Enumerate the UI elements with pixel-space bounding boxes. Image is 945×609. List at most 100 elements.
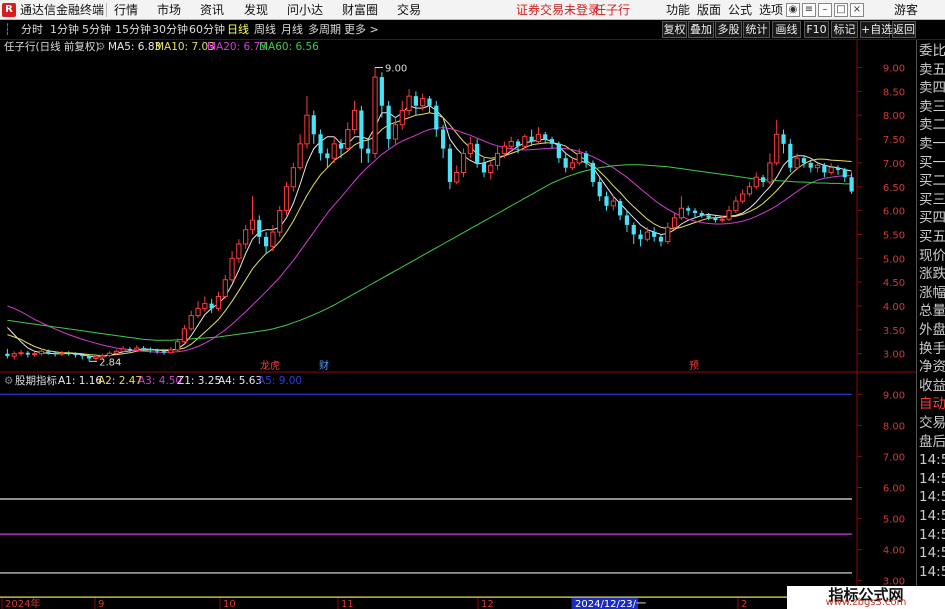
app-title: 通达信金融终端 (20, 3, 105, 17)
candle-body-up (168, 349, 174, 354)
event-marker: 财 (319, 359, 329, 372)
side-panel-item[interactable]: 14:56 (919, 544, 945, 562)
tab-period-60min[interactable]: 60分钟 (189, 23, 225, 37)
candle-body-down (781, 134, 786, 144)
side-panel-item[interactable]: 卖三 (919, 98, 945, 116)
add-watchlist-button[interactable]: +自选 (860, 21, 892, 38)
window-close-button[interactable]: × (850, 3, 864, 17)
tab-period-1min[interactable]: 1分钟 (50, 23, 79, 37)
window-menu-button[interactable]: ≡ (802, 3, 816, 17)
window-maximize-button[interactable]: □ (834, 3, 848, 17)
overlay-button[interactable]: 叠加 (688, 21, 714, 38)
side-panel-item[interactable]: 卖二 (919, 116, 945, 134)
price-axis-label: 3.00 (883, 350, 905, 361)
menu-item-layout[interactable]: 版面 (697, 3, 721, 17)
settings-gear-icon[interactable]: ⚙ (96, 41, 105, 54)
side-panel-item[interactable]: 买三 (919, 191, 945, 209)
candle-body-up (610, 200, 616, 207)
price-chart[interactable]: 9.00 8.50 8.00 7.50 7.00 6.50 6.00 5.50 5.00 4.50… (0, 0, 945, 609)
menu-item-functions[interactable]: 功能 (666, 3, 690, 17)
menu-item-wealth-circle[interactable]: 财富圈 (342, 3, 378, 17)
candle-body-up (501, 145, 507, 154)
menu-item-ask[interactable]: 问小达 (287, 3, 323, 17)
side-panel-item[interactable]: 14:56 (919, 563, 945, 581)
multi-stock-button[interactable]: 多股 (715, 21, 742, 38)
side-panel-item[interactable]: 涨幅 (919, 284, 945, 302)
candle-body-up (100, 355, 106, 358)
side-panel-item[interactable]: 14:56 (919, 526, 945, 544)
indicator-settings-icon[interactable]: ⚙ (4, 375, 13, 388)
tab-period-multi[interactable]: 多周期 (308, 23, 341, 37)
back-button[interactable]: 返回 (892, 21, 916, 38)
menu-item-quotes[interactable]: 行情 (114, 3, 138, 17)
side-panel-item[interactable]: 买一 (919, 154, 945, 172)
adjust-price-button[interactable]: 复权 (662, 21, 687, 38)
candle-body-up (134, 347, 140, 351)
side-panel-item[interactable]: 卖五 (919, 61, 945, 79)
menu-item-news[interactable]: 资讯 (200, 3, 224, 17)
side-panel-item[interactable]: 收益 (919, 377, 945, 395)
login-status-notice[interactable]: 证券交易未登录 (516, 3, 600, 17)
tab-period-weekly[interactable]: 周线 (254, 23, 276, 37)
app-logo-icon: R (2, 3, 16, 17)
candle-body-up (406, 95, 412, 111)
side-panel-item[interactable]: 自动 (919, 395, 945, 413)
window-pin-button[interactable]: ◉ (786, 3, 800, 17)
side-panel-item[interactable]: 现价 (919, 247, 945, 265)
tab-period-daily[interactable]: 日线 (227, 23, 249, 37)
menu-divider (106, 3, 107, 17)
window-minimize-button[interactable]: – (818, 3, 832, 17)
statistics-button[interactable]: 统计 (743, 21, 770, 38)
indicator-axis-label: 8.00 (883, 421, 905, 432)
side-panel-item[interactable]: 14:56 (919, 488, 945, 506)
candle-body-down (66, 353, 71, 355)
tab-period-more[interactable]: 更多 > (344, 23, 379, 37)
side-panel-item[interactable]: 涨跌 (919, 265, 945, 283)
menu-item-options[interactable]: 选项 (759, 3, 783, 17)
side-panel-item[interactable]: 交易 (919, 414, 945, 432)
indicator-name[interactable]: 股期指标 (15, 375, 57, 388)
f10-button[interactable]: F10 (804, 21, 829, 38)
tab-period-30min[interactable]: 30分钟 (152, 23, 188, 37)
side-panel-item[interactable]: 净资 (919, 358, 945, 376)
candle-body-down (692, 210, 698, 213)
tab-period-15min[interactable]: 15分钟 (115, 23, 151, 37)
candle-body-down (583, 153, 589, 163)
draw-line-button[interactable]: 画线 (772, 21, 801, 38)
candle-body-down (713, 217, 718, 221)
side-panel-item[interactable]: 买五 (919, 228, 945, 246)
tab-period-5min[interactable]: 5分钟 (82, 23, 111, 37)
side-panel-item[interactable]: 总量 (919, 302, 945, 320)
candle-body-down (543, 134, 548, 140)
menu-item-formula[interactable]: 公式 (728, 3, 752, 17)
side-panel-item[interactable]: 卖一 (919, 135, 945, 153)
menu-item-market[interactable]: 市场 (157, 3, 181, 17)
candle-body-up (120, 348, 126, 352)
chart-title[interactable]: 任子行(日线 前复权) (4, 41, 100, 54)
candle-body-up (569, 162, 576, 169)
mark-button[interactable]: 标记 (831, 21, 858, 38)
menu-item-trade[interactable]: 交易 (397, 3, 421, 17)
side-panel-item[interactable]: 卖四 (919, 79, 945, 97)
side-panel-item[interactable]: 买四 (919, 209, 945, 227)
tab-period-monthly[interactable]: 月线 (281, 23, 303, 37)
tab-period-intraday[interactable]: 分时 (21, 23, 43, 37)
side-panel-item[interactable]: 14:56 (919, 451, 945, 469)
guest-user-label[interactable]: 游客 (894, 3, 918, 17)
candle-body-up (18, 352, 24, 355)
side-panel-item[interactable]: 外盘 (919, 321, 945, 339)
candle-body-up (283, 186, 290, 212)
candle-body-down (257, 220, 262, 237)
ma-line-ma20 (7, 127, 852, 353)
candle-body-up (38, 350, 45, 355)
side-panel-item[interactable]: 14:56 (919, 507, 945, 525)
side-panel-item[interactable]: 盘后 (919, 433, 945, 451)
side-panel-item[interactable]: 买二 (919, 172, 945, 190)
menu-item-discover[interactable]: 发现 (244, 3, 268, 17)
candle-body-down (427, 98, 432, 106)
side-panel-item[interactable]: 委比 (919, 42, 945, 60)
side-panel-item[interactable]: 14:56 (919, 470, 945, 488)
candle-body-down (481, 162, 487, 173)
candle-body-up (740, 193, 746, 202)
side-panel-item[interactable]: 换手 (919, 340, 945, 358)
